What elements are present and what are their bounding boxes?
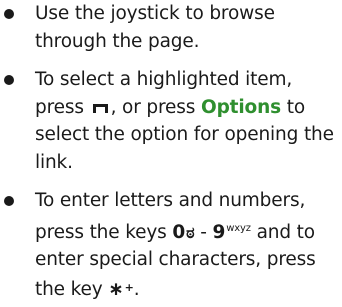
bullet-icon	[4, 75, 14, 85]
key-range-dash: -	[200, 221, 207, 243]
options-softkey-label: Options	[201, 96, 281, 118]
key-0-glyph: ಠ	[186, 222, 195, 242]
item-text-end: .	[133, 278, 140, 300]
star-key-label: ∗	[108, 278, 124, 300]
item-text: Use the joystick to browse through the p…	[35, 3, 275, 52]
key-0-icon: 0ಠ	[172, 219, 194, 247]
list-item: Use the joystick to browse through the p…	[0, 0, 342, 55]
list-item: To select a highlighted item, press , or…	[0, 66, 342, 176]
bullet-icon	[4, 9, 14, 19]
key-9-label: 9	[212, 221, 226, 243]
star-key-plus: +	[124, 280, 134, 294]
bullet-icon	[4, 196, 14, 206]
key-9-letters: wxyz	[226, 222, 251, 234]
instruction-list: Use the joystick to browse through the p…	[0, 0, 342, 303]
list-item: To enter letters and numbers, press the …	[0, 187, 342, 303]
star-key-icon: ∗+	[108, 274, 134, 304]
key-9-icon: 9wxyz	[212, 215, 251, 247]
item-text-part2: , or press	[110, 96, 196, 118]
select-key-icon	[92, 102, 109, 114]
key-0-label: 0	[172, 221, 186, 243]
